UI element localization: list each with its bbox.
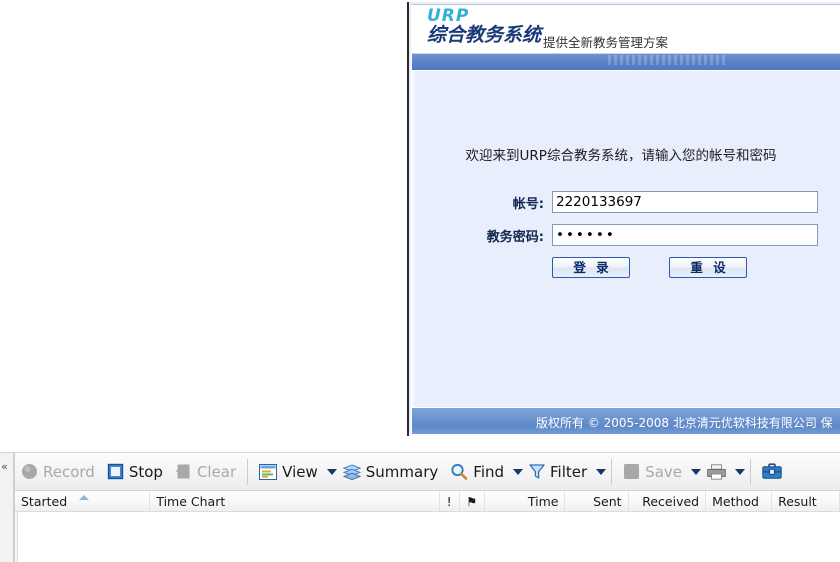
column-header-sent-label: Sent (593, 493, 622, 509)
urp-navbar-faint-text (608, 55, 728, 65)
urp-login-panel: URP 综合教务系统 提供全新教务管理方案 欢迎来到URP综合教务系统，请输入您… (407, 2, 840, 436)
grid-column-headers: Started Time Chart! ⚑ Time Sent Received Metho… (14, 491, 840, 512)
session-grid-body[interactable] (14, 512, 840, 562)
column-header-received[interactable]: Received (629, 491, 707, 511)
printer-icon (706, 463, 727, 480)
column-header-warning[interactable]: ! (440, 491, 460, 511)
toolbar-separator (750, 458, 751, 485)
urp-logo-en: URP (427, 6, 470, 26)
toolbar-find-chevron-down-icon[interactable] (513, 468, 524, 475)
column-header-sent[interactable]: Sent (565, 491, 629, 511)
column-header-result-label: Result (778, 493, 817, 509)
toolbar-summary-label: Summary (365, 462, 439, 481)
floppy-disk-icon (623, 463, 640, 480)
login-form: 帐号: 教务密码: (412, 191, 840, 257)
column-header-received-label: Received (642, 493, 700, 509)
toolbox-icon (762, 462, 782, 481)
toolbar-view-button[interactable]: View (253, 457, 324, 487)
funnel-icon (529, 463, 545, 480)
password-row: 教务密码: (412, 224, 840, 246)
column-header-timechart[interactable]: Time Chart (150, 491, 440, 511)
toolbar-print-chevron-down-icon[interactable] (735, 468, 745, 475)
capture-toolbar: Record Stop Clear View Summary Find Filter Save (14, 453, 840, 491)
column-header-time[interactable]: Time (485, 491, 566, 511)
account-label: 帐号: (512, 196, 544, 212)
login-button[interactable]: 登 录 (552, 257, 630, 278)
toolbar-save-chevron-down-icon[interactable] (691, 468, 701, 475)
login-button-row: 登 录 重 设 (552, 257, 747, 278)
urp-slogan: 提供全新教务管理方案 (543, 35, 669, 50)
collapse-chevron-icon[interactable]: « (1, 461, 13, 472)
column-header-method[interactable]: Method (706, 491, 773, 511)
column-header-started[interactable]: Started (15, 491, 151, 511)
account-input[interactable] (552, 191, 818, 213)
toolbar-record-label: Record (43, 462, 95, 481)
toolbar-summary-button[interactable]: Summary (337, 457, 445, 487)
toolbar-filter-button[interactable]: Filter (523, 457, 593, 487)
urp-navbar (412, 54, 840, 71)
toolbar-save-label: Save (645, 462, 682, 481)
toolbar-save-button: Save (617, 457, 688, 487)
password-label: 教务密码: (486, 229, 544, 245)
toolbar-record-button: Record (15, 457, 101, 487)
toolbar-print-button[interactable] (701, 457, 732, 487)
toolbar-filter-label: Filter (550, 462, 588, 481)
column-header-time-label: Time (527, 493, 559, 509)
toolbar-separator (247, 458, 249, 485)
toolbar-filter-chevron-down-icon[interactable] (596, 468, 607, 475)
toolbar-view-chevron-down-icon[interactable] (326, 468, 337, 475)
column-header-timechart-label: Time Chart (156, 493, 226, 509)
welcome-message: 欢迎来到URP综合教务系统，请输入您的帐号和密码 (465, 148, 777, 164)
copyright-text: 版权所有 © 2005-2008 北京清元优软科技有限公司 保 (536, 416, 833, 430)
toolbar-view-label: View (282, 462, 318, 481)
toolbar-clear-button: Clear (169, 457, 242, 487)
urp-panel-bottom-edge (409, 434, 840, 436)
column-header-flag[interactable]: ⚑ (460, 491, 486, 511)
record-circle-icon (21, 463, 38, 480)
toolbar-stop-label: Stop (128, 462, 163, 481)
toolbar-find-button[interactable]: Find (444, 457, 510, 487)
screen-root: URP 综合教务系统 提供全新教务管理方案 欢迎来到URP综合教务系统，请输入您… (0, 0, 840, 562)
urp-logo: URP 综合教务系统 (427, 8, 541, 45)
column-header-flag-label: ⚑ (466, 493, 478, 509)
reset-button[interactable]: 重 设 (669, 257, 747, 278)
urp-logo-cn: 综合教务系统 (427, 24, 542, 46)
column-header-warning-label: ! (446, 493, 452, 509)
capture-window: « Record Stop Clear View Summary Find Filter Sa… (0, 452, 840, 562)
password-input[interactable] (552, 224, 818, 246)
stop-square-icon (107, 463, 124, 480)
column-header-result[interactable]: Result (772, 491, 840, 511)
toolbar-separator (611, 458, 613, 485)
toolbar-stop-button[interactable]: Stop (101, 457, 169, 487)
column-header-started-label: Started (21, 493, 68, 509)
view-window-icon (259, 463, 278, 480)
urp-login-body: 欢迎来到URP综合教务系统，请输入您的帐号和密码 帐号: 教务密码: 登 录 重… (412, 71, 840, 407)
urp-footer: 版权所有 © 2005-2008 北京清元优软科技有限公司 保 (412, 407, 840, 436)
layers-stack-icon (342, 463, 362, 480)
toolbar-clear-label: Clear (196, 462, 237, 481)
search-icon (450, 463, 468, 481)
sort-ascending-icon (79, 494, 90, 500)
clear-list-icon (175, 463, 192, 480)
urp-panel-inner: URP 综合教务系统 提供全新教务管理方案 欢迎来到URP综合教务系统，请输入您… (411, 4, 840, 436)
toolbar-tools-button[interactable] (756, 457, 788, 487)
account-row: 帐号: (412, 191, 840, 213)
toolbar-find-label: Find (473, 462, 505, 481)
column-header-method-label: Method (712, 493, 759, 509)
urp-header: URP 综合教务系统 提供全新教务管理方案 (412, 5, 840, 54)
